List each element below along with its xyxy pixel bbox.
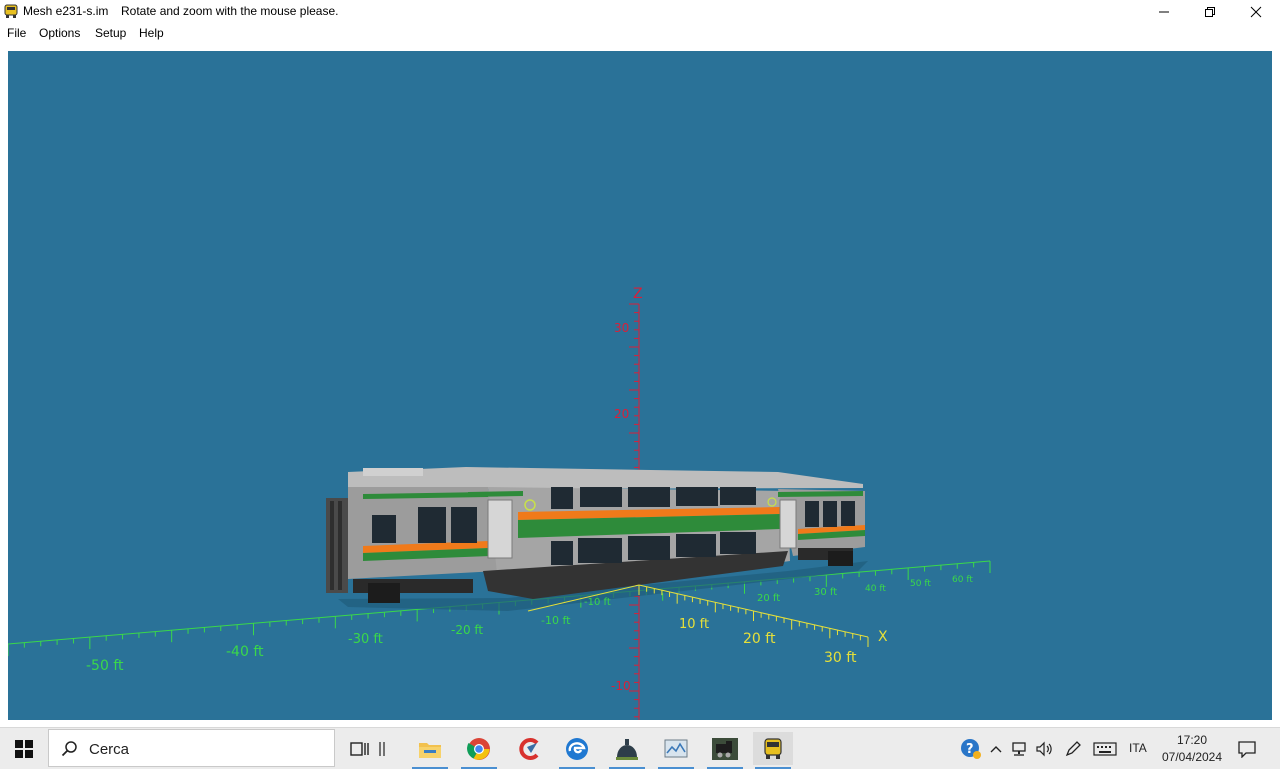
locomotive-app-button[interactable] (705, 732, 745, 769)
restore-icon (1205, 6, 1215, 17)
menu-setup[interactable]: Setup (95, 26, 126, 40)
x-axis-label: X (878, 629, 888, 645)
x-tick-label: 30 ft (824, 650, 857, 666)
x-back-tick-label: 60 ft (952, 575, 973, 585)
window-title: Mesh e231-s.im (23, 4, 109, 18)
clock-time: 17:20 (1176, 733, 1208, 747)
help-tray-button[interactable]: ? (958, 728, 984, 769)
clock-date: 07/04/2024 (1161, 750, 1223, 764)
z-axis-label: Z (633, 286, 643, 302)
chrome-button[interactable] (459, 732, 499, 769)
chrome-icon (467, 737, 490, 760)
show-hidden-icons-button[interactable] (988, 728, 1004, 769)
pen-button[interactable] (1062, 728, 1084, 769)
file-explorer-button[interactable] (410, 732, 450, 769)
search-placeholder: Cerca (89, 741, 130, 758)
task-view-icon (350, 741, 369, 756)
x-back-tick-label: 20 ft (757, 593, 780, 604)
window-hint: Rotate and zoom with the mouse please. (121, 4, 339, 18)
minimize-icon (1159, 11, 1169, 12)
y-tick-label: -30 ft (348, 632, 383, 647)
x-back-tick-label: 50 ft (910, 579, 931, 589)
close-icon (1250, 6, 1262, 17)
scene-svg: -50 ft -40 ft -30 ft -20 ft -10 ft Z 30 … (8, 286, 991, 720)
minimize-button[interactable] (1141, 0, 1187, 23)
file-explorer-icon (419, 742, 441, 758)
help-icon: ? (961, 738, 981, 759)
edge-icon (566, 737, 588, 760)
y-tick-label: -50 ft (86, 658, 124, 674)
locomotive-app-icon (712, 737, 738, 760)
y-tick-label: -10 ft (541, 614, 571, 627)
train-model (326, 467, 868, 611)
menu-file[interactable]: File (7, 26, 26, 40)
start-button[interactable] (0, 728, 48, 769)
notification-icon (1238, 740, 1256, 758)
pipe-icon (379, 741, 385, 756)
menu-options[interactable]: Options (39, 26, 80, 40)
search-input[interactable]: Cerca (48, 729, 335, 767)
y-tick-label: -20 ft (451, 623, 483, 637)
3d-viewport[interactable]: -50 ft -40 ft -30 ft -20 ft -10 ft Z 30 … (8, 51, 1272, 720)
edge-button[interactable] (557, 732, 597, 769)
train-app-button[interactable] (753, 732, 793, 769)
touch-keyboard-button[interactable] (1092, 728, 1118, 769)
chevron-up-icon (990, 745, 1002, 752)
volume-icon (1036, 741, 1052, 756)
dome-app-button[interactable] (607, 732, 647, 769)
input-language[interactable]: ITA (1129, 741, 1147, 755)
menu-bar: File Options Setup Help (0, 23, 1280, 43)
x-tick-label: 10 ft (679, 617, 709, 632)
volume-button[interactable] (1034, 728, 1056, 769)
keyboard-icon (1093, 741, 1117, 756)
taskbar: Cerca ? ITA 17:20 07/04/2024 (0, 727, 1280, 769)
restore-button[interactable] (1187, 0, 1233, 23)
image-viewer-icon (664, 739, 688, 757)
train-app-icon (4, 4, 18, 18)
notifications-button[interactable] (1234, 728, 1260, 769)
z-tick-label: 30 (614, 321, 629, 335)
taskbar-divider-button[interactable] (372, 732, 392, 765)
x-back-tick-label: 30 ft (814, 587, 837, 598)
y-tick-label: -40 ft (226, 644, 264, 660)
train-app-icon (764, 737, 782, 759)
ccleaner-button[interactable] (509, 732, 549, 765)
x-back-tick-label: -10 ft (584, 597, 611, 608)
windows-logo-icon (15, 739, 33, 758)
dome-app-icon (616, 738, 638, 760)
z-tick-label: 20 (614, 407, 629, 421)
search-icon (61, 741, 77, 757)
image-viewer-button[interactable] (656, 732, 696, 769)
menu-help[interactable]: Help (139, 26, 164, 40)
z-tick-label: -10 (611, 679, 631, 693)
title-bar: Mesh e231-s.im Rotate and zoom with the … (0, 0, 1280, 23)
svg-text:?: ? (966, 742, 974, 757)
network-button[interactable] (1010, 728, 1032, 769)
network-icon (1012, 741, 1026, 756)
x-tick-label: 20 ft (743, 631, 776, 647)
ccleaner-icon (519, 737, 539, 760)
pen-icon (1065, 740, 1081, 756)
x-back-tick-label: 40 ft (865, 584, 886, 594)
close-button[interactable] (1233, 0, 1279, 23)
clock[interactable]: 17:20 07/04/2024 (1156, 732, 1228, 766)
